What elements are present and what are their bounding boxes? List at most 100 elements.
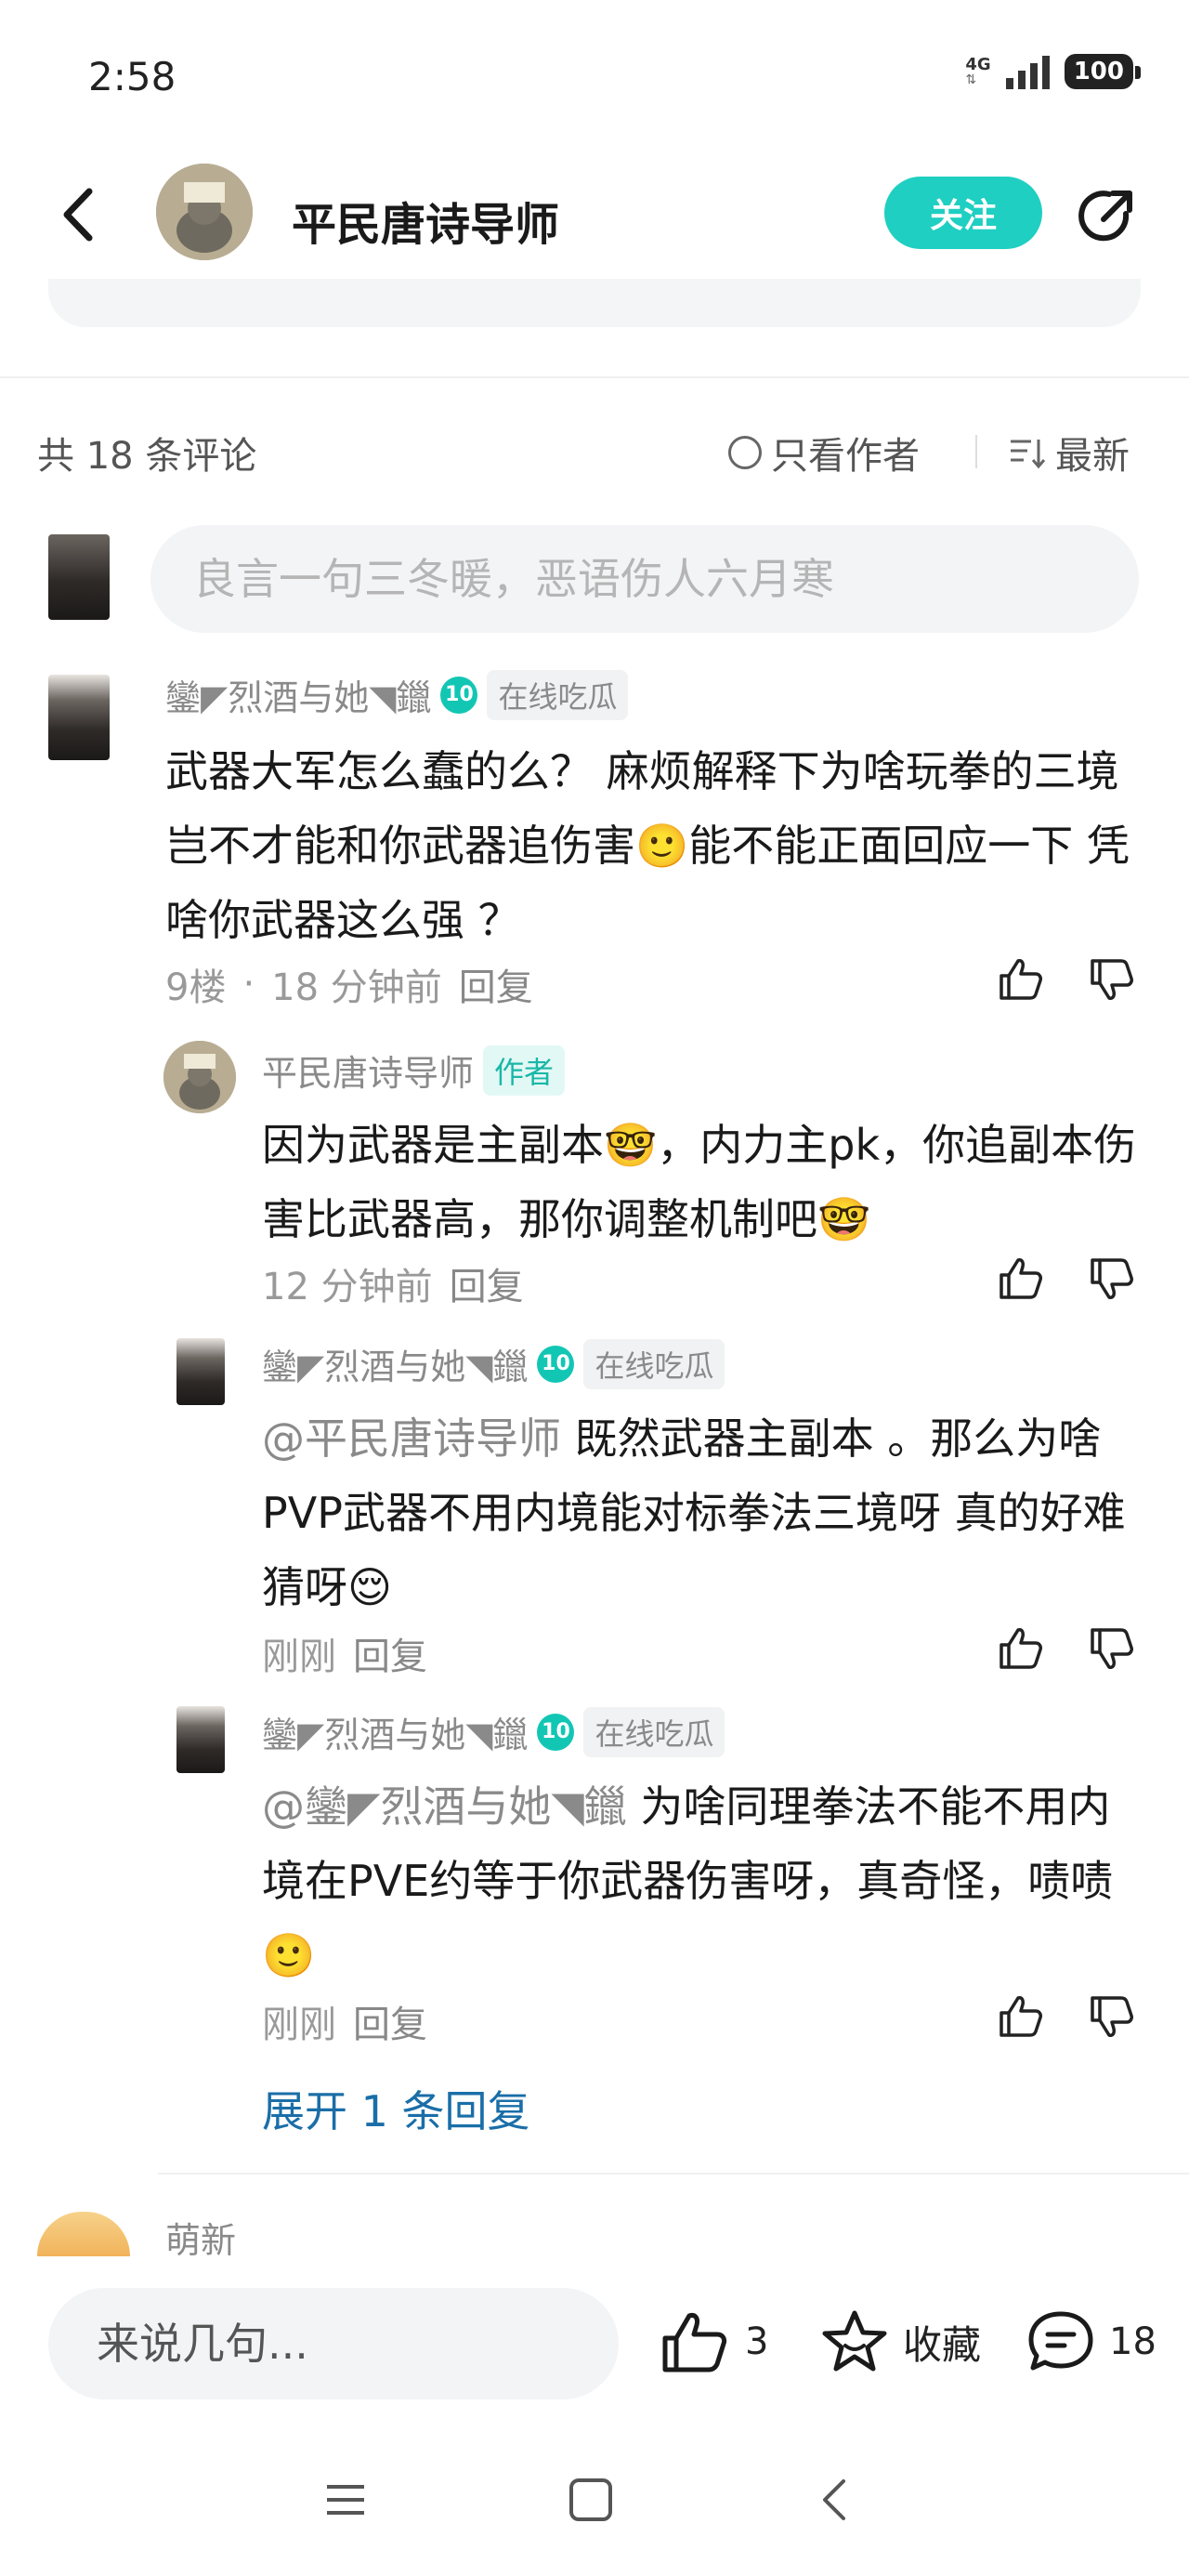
like-post-button[interactable]: 3 bbox=[660, 2308, 768, 2375]
favorite-label: 收藏 bbox=[903, 2321, 982, 2368]
reply-time: 刚刚 bbox=[262, 2004, 336, 2046]
user-tag: 在线吃瓜 bbox=[583, 1338, 725, 1389]
author-avatar[interactable] bbox=[156, 164, 253, 260]
like-button[interactable] bbox=[996, 1624, 1044, 1676]
reply-time: 刚刚 bbox=[262, 1636, 336, 1678]
follow-button[interactable]: 关注 bbox=[884, 177, 1042, 249]
reply-meta: 刚刚 回复 bbox=[262, 1626, 427, 1680]
comment-user-line: 鑾◤烈酒与她◥鑞 10 在线吃瓜 bbox=[165, 669, 629, 720]
thumbs-up-icon bbox=[1000, 1628, 1042, 1669]
reply-button[interactable]: 回复 bbox=[450, 1256, 524, 1310]
reply-button[interactable]: 回复 bbox=[353, 1994, 427, 2048]
menu-nav-button[interactable] bbox=[308, 2463, 383, 2537]
dislike-button[interactable] bbox=[1087, 1992, 1135, 2044]
sort-button[interactable]: 最新 bbox=[1009, 426, 1130, 480]
reply-text: @平民唐诗导师 既然武器主副本 。那么为啥PVP武器不用内境能对标拳法三境呀 真… bbox=[262, 1401, 1144, 1624]
my-avatar bbox=[48, 534, 110, 620]
status-icons: 4G ⇅ 100 bbox=[965, 54, 1142, 89]
like-button[interactable] bbox=[996, 1992, 1044, 2044]
post-card-edge bbox=[48, 279, 1141, 327]
thumbs-up-icon bbox=[1000, 1996, 1042, 2037]
commenter-avatar[interactable] bbox=[48, 675, 110, 760]
page-title: 平民唐诗导师 bbox=[292, 199, 560, 251]
reply-meta: 12 分钟前 回复 bbox=[262, 1256, 524, 1310]
thumbs-down-icon bbox=[1091, 1996, 1133, 2037]
divider bbox=[975, 435, 977, 468]
level-badge: 10 bbox=[537, 1345, 575, 1383]
home-nav-button[interactable] bbox=[554, 2463, 628, 2537]
network-label: 4G bbox=[965, 55, 991, 74]
reply-button[interactable]: 回复 bbox=[459, 957, 533, 1011]
mention-link[interactable]: @平民唐诗导师 bbox=[262, 1413, 561, 1464]
back-nav-button[interactable] bbox=[797, 2463, 871, 2537]
chevron-left-icon bbox=[823, 2479, 845, 2520]
share-icon bbox=[1078, 191, 1132, 242]
comment-count-label: 共 18 条评论 bbox=[37, 435, 257, 478]
user-tag: 在线吃瓜 bbox=[583, 1706, 725, 1757]
comment-floor: 9楼 bbox=[165, 966, 227, 1009]
dislike-button[interactable] bbox=[1087, 955, 1135, 1007]
divider bbox=[158, 2173, 1189, 2175]
status-time: 2:58 bbox=[88, 54, 176, 99]
sort-label: 最新 bbox=[1055, 435, 1130, 478]
reply-meta: 刚刚 回复 bbox=[262, 1994, 427, 2048]
next-commenter-name[interactable]: 萌新 bbox=[165, 2212, 236, 2263]
comment-bubble-icon bbox=[1028, 2311, 1093, 2371]
cat-avatar-icon bbox=[156, 164, 253, 260]
author-only-label: 只看作者 bbox=[771, 435, 920, 478]
level-badge: 10 bbox=[537, 1713, 575, 1751]
reply-username[interactable]: 平民唐诗导师 bbox=[262, 1045, 474, 1096]
data-arrows-icon: ⇅ bbox=[965, 72, 977, 87]
mention-link[interactable]: @鑾◤烈酒与她◥鑞 bbox=[262, 1781, 627, 1832]
menu-icon bbox=[327, 2485, 364, 2515]
reply-avatar[interactable] bbox=[176, 1338, 225, 1405]
reply-avatar[interactable] bbox=[163, 1041, 236, 1113]
thumbs-down-icon bbox=[1091, 1258, 1133, 1299]
next-commenter-avatar[interactable] bbox=[37, 2212, 130, 2256]
reply-user-line: 鑾◤烈酒与她◥鑞 10 在线吃瓜 bbox=[262, 1338, 725, 1389]
reply-avatar[interactable] bbox=[176, 1706, 225, 1773]
thumbs-down-icon bbox=[1091, 959, 1133, 1000]
back-button[interactable] bbox=[56, 182, 102, 247]
comment-count: 18 bbox=[1109, 2320, 1156, 2363]
divider bbox=[0, 376, 1189, 378]
comment-time: 18 分钟前 bbox=[271, 966, 442, 1009]
reply-username[interactable]: 鑾◤烈酒与她◥鑞 bbox=[262, 1706, 528, 1757]
star-icon bbox=[822, 2310, 887, 2372]
thumbs-up-icon bbox=[662, 2313, 727, 2372]
chevron-left-icon bbox=[63, 188, 93, 242]
radio-circle-icon bbox=[728, 436, 762, 469]
comment-input[interactable] bbox=[150, 525, 1139, 633]
like-button[interactable] bbox=[996, 955, 1044, 1007]
comment-username[interactable]: 鑾◤烈酒与她◥鑞 bbox=[165, 669, 431, 720]
square-icon bbox=[569, 2478, 612, 2521]
reply-user-line: 鑾◤烈酒与她◥鑞 10 在线吃瓜 bbox=[262, 1706, 725, 1757]
level-badge: 10 bbox=[440, 676, 478, 714]
thumbs-up-icon bbox=[1000, 959, 1042, 1000]
sort-icon bbox=[1011, 440, 1046, 469]
reply-button[interactable]: 回复 bbox=[353, 1626, 427, 1680]
author-badge: 作者 bbox=[483, 1045, 566, 1096]
signal-icon bbox=[1005, 54, 1050, 89]
author-only-toggle[interactable]: 只看作者 bbox=[728, 426, 920, 480]
reply-user-line: 平民唐诗导师 作者 bbox=[262, 1045, 566, 1096]
dislike-button[interactable] bbox=[1087, 1624, 1135, 1676]
reply-text: @鑾◤烈酒与她◥鑞 为啥同理拳法不能不用内境在PVE约等于你武器伤害呀，真奇怪，… bbox=[262, 1769, 1144, 1992]
thumbs-up-icon bbox=[1000, 1258, 1042, 1299]
share-button[interactable] bbox=[1076, 186, 1137, 247]
meta-dot: · bbox=[242, 963, 255, 1005]
user-tag: 在线吃瓜 bbox=[487, 669, 629, 720]
like-button[interactable] bbox=[996, 1255, 1044, 1307]
cat-avatar-icon bbox=[163, 1041, 236, 1113]
reply-input[interactable] bbox=[48, 2288, 619, 2399]
like-count: 3 bbox=[745, 2320, 769, 2363]
comment-meta: 9楼 · 18 分钟前 回复 bbox=[165, 957, 533, 1011]
dislike-button[interactable] bbox=[1087, 1255, 1135, 1307]
reply-username[interactable]: 鑾◤烈酒与她◥鑞 bbox=[262, 1338, 528, 1389]
network-indicator: 4G ⇅ bbox=[965, 55, 991, 87]
expand-replies-link[interactable]: 展开 1 条回复 bbox=[262, 2078, 530, 2139]
favorite-button[interactable]: 收藏 bbox=[819, 2308, 981, 2375]
battery-icon: 100 bbox=[1064, 54, 1142, 89]
comments-button[interactable]: 18 bbox=[1026, 2308, 1156, 2375]
thumbs-down-icon bbox=[1091, 1628, 1133, 1669]
